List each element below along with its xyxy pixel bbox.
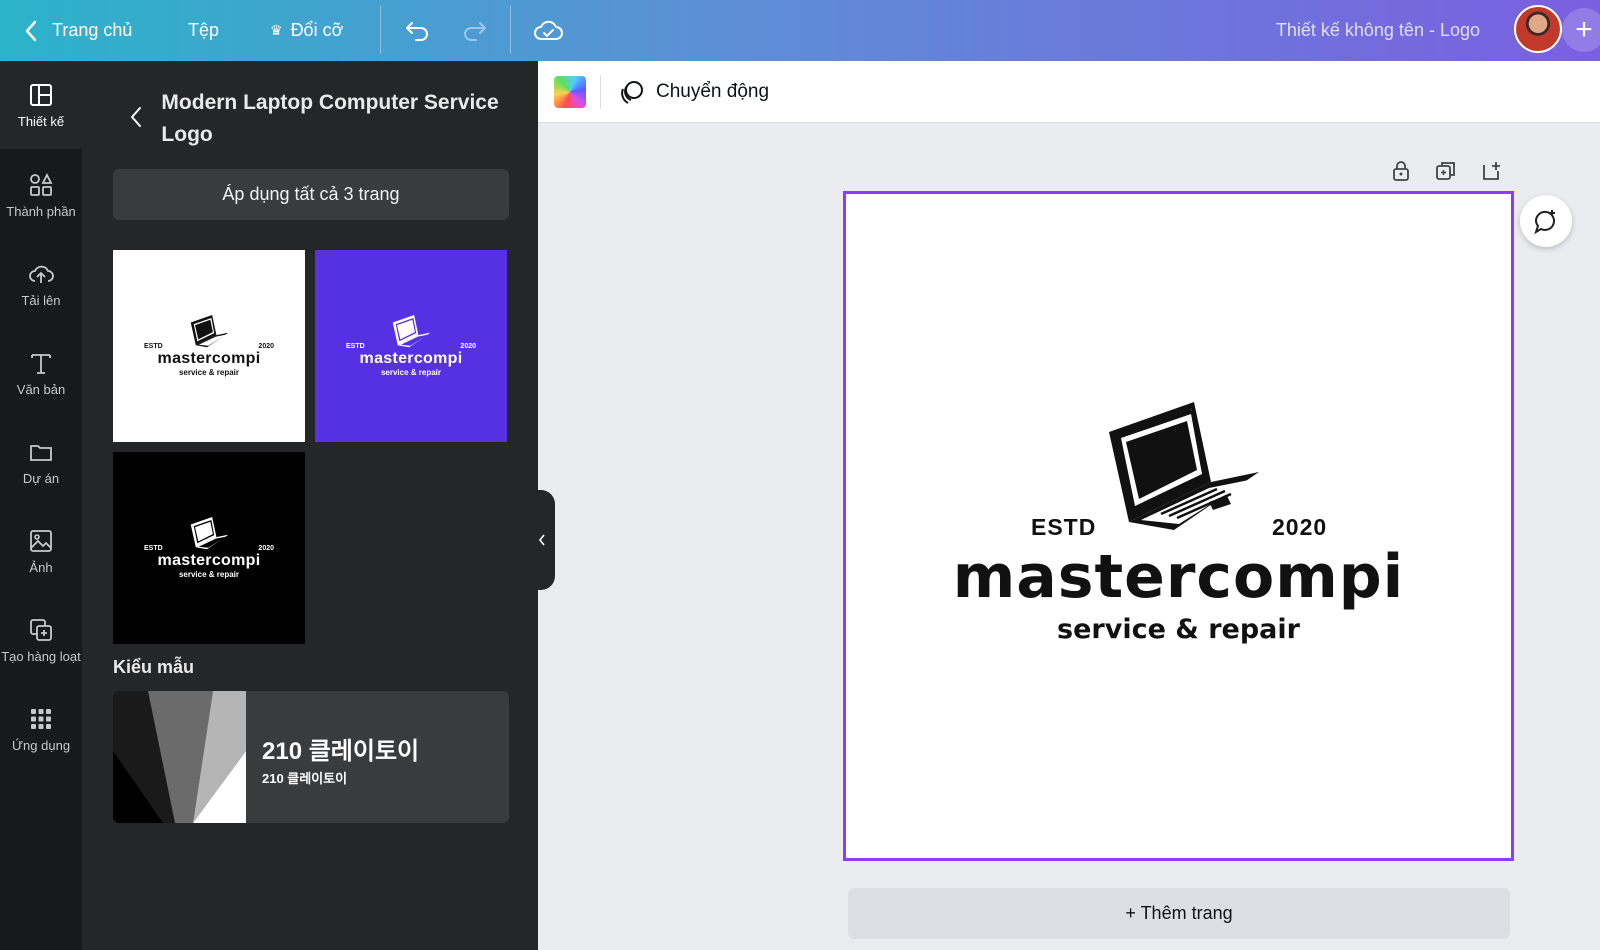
image-icon: [30, 529, 52, 552]
thumb-estd-row: ESTD 2020: [144, 545, 274, 552]
apps-grid-icon: [31, 708, 51, 729]
add-page-icon-button[interactable]: [1476, 155, 1508, 187]
font-style-card[interactable]: 210 클레이토이 210 클레이토이: [113, 691, 509, 823]
rail-item-photos[interactable]: Ảnh: [0, 507, 82, 595]
collapse-panel-button[interactable]: [529, 490, 555, 590]
crown-icon: ♛: [270, 22, 283, 38]
styles-heading: Kiểu mẫu: [113, 657, 195, 677]
undo-button[interactable]: [400, 0, 434, 61]
thumb-brand-name: mastercompi: [359, 350, 463, 367]
lock-icon: [1393, 161, 1409, 181]
add-comment-button[interactable]: [1520, 195, 1572, 247]
rail-label: Tạo hàng loạt: [1, 648, 81, 664]
logo-estd-text[interactable]: ESTD: [1031, 514, 1096, 541]
font-card-subtitle: 210 클레이토이: [262, 771, 348, 786]
design-canvas[interactable]: ESTD 2020 mastercompi service & repair: [843, 191, 1514, 861]
template-title: Modern Laptop Computer Service Logo: [161, 91, 499, 146]
color-picker-button[interactable]: [554, 76, 586, 108]
rail-item-uploads[interactable]: Tải lên: [0, 240, 82, 328]
font-card-title: 210 클레이토이: [262, 738, 420, 765]
rail-label: Dự án: [22, 470, 60, 486]
add-page-button[interactable]: + Thêm trang: [848, 888, 1510, 939]
rail-item-apps[interactable]: Ứng dụng: [0, 685, 82, 773]
thumb-tagline: service & repair: [178, 368, 240, 377]
rail-item-projects[interactable]: Dự án: [0, 418, 82, 506]
comment-add-icon: [1534, 210, 1555, 235]
share-plus-button[interactable]: +: [1562, 8, 1600, 52]
home-button[interactable]: Trang chủ: [16, 0, 132, 61]
logo-year-text[interactable]: 2020: [1272, 514, 1327, 541]
logo-tagline[interactable]: service & repair: [846, 614, 1511, 645]
rail-item-elements[interactable]: Thành phần: [0, 151, 82, 239]
layout-icon: [30, 83, 52, 106]
template-thumbnail[interactable]: ESTD 2020 mastercompi service & repair: [315, 250, 507, 442]
rail-label: Văn bản: [16, 381, 66, 397]
rail-item-text[interactable]: Văn bản: [0, 329, 82, 417]
editor-toolbar: Chuyển động: [538, 61, 1600, 123]
document-title[interactable]: Thiết kế không tên - Logo: [1276, 20, 1480, 41]
chevron-left-icon: [130, 107, 141, 127]
rail-item-design[interactable]: Thiết kế: [0, 61, 82, 149]
thumb-estd: ESTD: [346, 343, 365, 350]
rail-label: Tải lên: [21, 292, 61, 308]
animate-button[interactable]: Chuyển động: [618, 61, 769, 123]
folder-icon: [30, 444, 52, 461]
logo-brand-name[interactable]: mastercompi: [846, 542, 1511, 612]
thumb-tagline: service & repair: [380, 368, 442, 377]
cloud-check-icon: [534, 20, 563, 40]
resize-label: Đổi cỡ: [290, 20, 344, 40]
toolbar-divider: [600, 75, 601, 109]
design-panel: Modern Laptop Computer Service Logo Áp d…: [82, 61, 538, 950]
lock-page-button[interactable]: [1385, 155, 1417, 187]
apply-all-pages-button[interactable]: Áp dụng tất cả 3 trang: [113, 169, 509, 220]
bulk-create-icon: [30, 618, 52, 641]
thumb-estd: ESTD: [144, 343, 163, 350]
home-label: Trang chủ: [52, 20, 133, 40]
redo-button[interactable]: [458, 0, 492, 61]
rail-label: Ảnh: [29, 559, 53, 575]
side-rail: Thiết kế Thành phần Tải lên Văn bản Dự á…: [0, 61, 82, 950]
shapes-icon: [30, 172, 53, 196]
rail-item-bulk-create[interactable]: Tạo hàng loạt: [0, 596, 82, 684]
duplicate-icon: [1436, 162, 1455, 180]
thumb-estd-row: ESTD 2020: [144, 343, 274, 350]
toolbar-divider: [510, 6, 511, 54]
thumb-estd: ESTD: [144, 545, 163, 552]
thumb-year: 2020: [258, 343, 274, 350]
rail-label: Ứng dụng: [11, 737, 71, 753]
thumb-brand-name: mastercompi: [157, 350, 261, 367]
toolbar-divider: [380, 6, 381, 54]
text-icon: [31, 353, 51, 374]
thumb-year: 2020: [258, 545, 274, 552]
thumb-tagline: service & repair: [178, 570, 240, 579]
template-thumbnail[interactable]: ESTD 2020 mastercompi service & repair: [113, 452, 305, 644]
add-page-icon: [1483, 162, 1500, 180]
thumb-year: 2020: [460, 343, 476, 350]
file-menu-button[interactable]: Tệp: [188, 0, 219, 61]
resize-button[interactable]: ♛ Đổi cỡ: [270, 0, 343, 61]
redo-icon: [464, 21, 486, 41]
avatar[interactable]: [1514, 5, 1562, 53]
cloud-upload-icon: [29, 265, 54, 283]
chevron-left-icon: [16, 16, 46, 46]
panel-header: Modern Laptop Computer Service Logo: [122, 87, 522, 151]
palette-swatch: [113, 691, 246, 823]
save-status-button[interactable]: [530, 0, 566, 61]
thumb-brand-name: mastercompi: [157, 552, 261, 569]
top-bar: Trang chủ Tệp ♛ Đổi cỡ Thiết kế không tê…: [0, 0, 1600, 61]
rail-label: Thiết kế: [17, 113, 65, 129]
animate-icon: [621, 81, 643, 104]
chevron-left-icon: [538, 534, 545, 546]
rail-label: Thành phần: [6, 203, 76, 219]
panel-back-button[interactable]: [122, 87, 149, 147]
thumb-estd-row: ESTD 2020: [346, 343, 476, 350]
duplicate-page-button[interactable]: [1430, 155, 1462, 187]
laptop-logo-icon: [1109, 402, 1259, 530]
template-thumbnail[interactable]: ESTD 2020 mastercompi service & repair: [113, 250, 305, 442]
undo-icon: [406, 21, 428, 41]
animate-label: Chuyển động: [656, 81, 770, 102]
